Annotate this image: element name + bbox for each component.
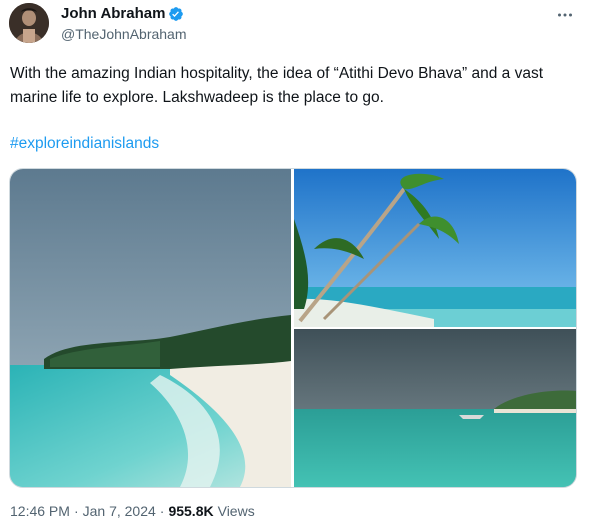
tweet-time[interactable]: 12:46 PM [10, 502, 70, 520]
author-handle[interactable]: @TheJohnAbraham [61, 26, 187, 43]
meta-separator: · [73, 503, 79, 519]
beach-shore-photo[interactable] [10, 169, 291, 487]
verified-badge-icon [168, 6, 184, 22]
palm-trees-beach-photo[interactable] [294, 169, 576, 327]
tweet-date[interactable]: Jan 7, 2024 [83, 502, 156, 520]
avatar[interactable] [9, 3, 49, 43]
tweet-meta: 12:46 PM · Jan 7, 2024 · 955.8K Views [10, 502, 255, 520]
author-display-name[interactable]: John Abraham [61, 5, 165, 23]
tweet-card: John Abraham @TheJohnAbraham With the am… [0, 0, 590, 525]
tweet-text: With the amazing Indian hospitality, the… [10, 65, 544, 106]
hashtag-link[interactable]: #exploreindianislands [10, 132, 159, 156]
author-name-row: John Abraham [61, 5, 184, 23]
views-label: Views [217, 503, 255, 519]
lagoon-boat-photo[interactable] [294, 329, 576, 487]
media-gallery [9, 168, 577, 488]
views-count[interactable]: 955.8K [168, 502, 213, 520]
meta-separator: · [159, 503, 165, 519]
avatar-photo [9, 3, 49, 43]
more-options-icon[interactable] [555, 5, 575, 25]
